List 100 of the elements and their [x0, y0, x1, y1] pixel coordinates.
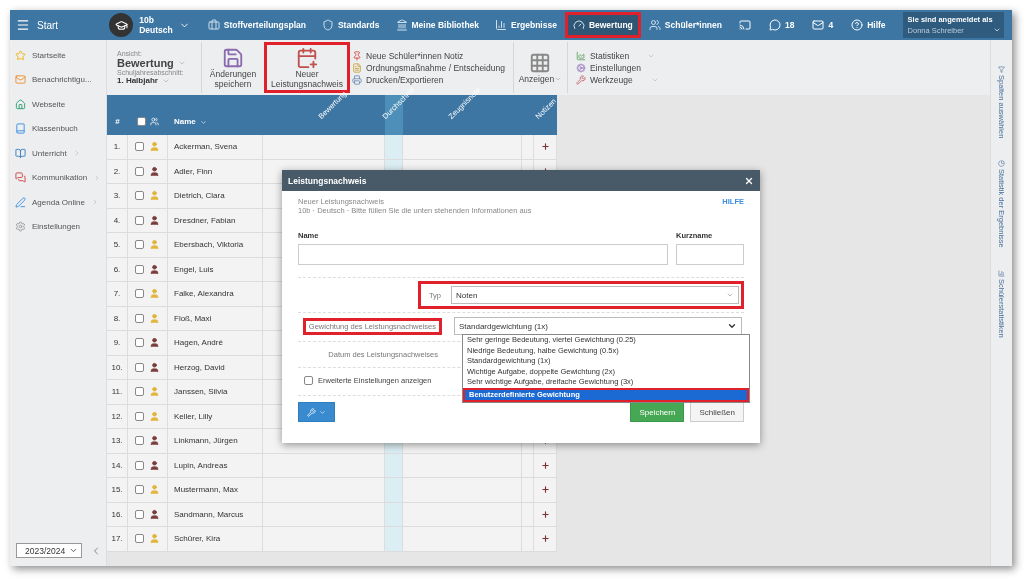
- row-checkbox[interactable]: [135, 338, 144, 348]
- type-select[interactable]: Noten: [451, 286, 739, 304]
- menu-icon: [16, 18, 30, 32]
- counter-button[interactable]: 18: [759, 19, 804, 31]
- nav-tab[interactable]: Bewertung: [564, 12, 641, 38]
- tools-dropdown-button[interactable]: [298, 402, 335, 422]
- student-name: Ebersbach, Viktoria: [174, 240, 244, 250]
- start-button[interactable]: Start: [10, 10, 100, 40]
- pin-icon: [352, 50, 362, 61]
- student-name: Janssen, Silvia: [174, 387, 228, 397]
- counter-button[interactable]: 4: [803, 19, 843, 31]
- briefcase-icon: [207, 19, 220, 31]
- weight-select[interactable]: Standardgewichtung (1x): [454, 317, 742, 335]
- student-name: Adler, Finn: [174, 166, 213, 176]
- caret-icon: [727, 321, 737, 331]
- row-checkbox[interactable]: [135, 191, 144, 201]
- filter-icon: [998, 66, 1005, 73]
- ribbon-action[interactable]: Neue Schüler*innen Notiz: [352, 50, 505, 61]
- save-button[interactable]: Änderungen speichern: [202, 42, 264, 93]
- ribbon-action[interactable]: Statistiken: [575, 50, 659, 61]
- row-checkbox[interactable]: [135, 362, 144, 372]
- row-checkbox[interactable]: [135, 534, 144, 544]
- row-number: 17.: [111, 534, 123, 544]
- ribbon-action[interactable]: Einstellungen: [575, 62, 659, 73]
- close-icon[interactable]: [744, 175, 754, 186]
- row-number: 10.: [111, 362, 123, 372]
- document-icon: [352, 62, 362, 73]
- nav-tab[interactable]: Standards: [313, 12, 388, 38]
- student-name: Keller, Lilly: [174, 411, 213, 421]
- close-button[interactable]: Schließen: [690, 402, 744, 422]
- row-checkbox[interactable]: [135, 289, 144, 299]
- sidebar-item[interactable]: Startseite: [10, 43, 106, 68]
- row-checkbox[interactable]: [135, 166, 144, 176]
- plus-icon[interactable]: [540, 142, 550, 152]
- settings-icon: [15, 221, 26, 233]
- sidebar-item[interactable]: Klassenbuch: [10, 116, 106, 141]
- row-number: 12.: [111, 411, 123, 421]
- plus-icon[interactable]: [540, 460, 550, 470]
- nav-tab[interactable]: Meine Bibliothek: [387, 12, 488, 38]
- student-name: Engel, Luis: [174, 264, 214, 274]
- plus-icon[interactable]: [540, 534, 550, 544]
- row-checkbox[interactable]: [135, 411, 144, 421]
- sidebar-item[interactable]: Unterricht: [10, 141, 106, 166]
- row-number: 14.: [111, 460, 123, 470]
- nav-tab[interactable]: Schüler*innen: [640, 12, 730, 38]
- row-checkbox[interactable]: [135, 436, 144, 446]
- area-chart-icon: [575, 50, 586, 61]
- screen-icon[interactable]: [738, 19, 751, 31]
- display-button[interactable]: Anzeigen: [513, 42, 568, 93]
- sidebar-item[interactable]: Kommunikation: [10, 165, 106, 190]
- ribbon-action[interactable]: Ordnungsmaßnahme / Entscheidung: [352, 62, 505, 73]
- row-checkbox[interactable]: [135, 313, 144, 323]
- row-checkbox[interactable]: [135, 387, 144, 397]
- name-field[interactable]: [298, 244, 668, 265]
- row-number: 6.: [113, 264, 121, 274]
- gender-icon: [150, 117, 159, 126]
- sidebar-item[interactable]: Webseite: [10, 92, 106, 117]
- help-button[interactable]: Hilfe: [842, 19, 895, 31]
- student-name: Linkmann, Jürgen: [174, 436, 238, 446]
- wrench-icon: [575, 74, 586, 85]
- ribbon-action[interactable]: Drucken/Exportieren: [352, 74, 505, 85]
- short-name-field[interactable]: [676, 244, 744, 265]
- sidebar-item[interactable]: Benachrichtigu...: [10, 67, 106, 92]
- school-year-select[interactable]: 2023/2024: [16, 543, 82, 558]
- ribbon-action[interactable]: Werkzeuge: [575, 74, 659, 85]
- column-header[interactable]: Name: [174, 117, 196, 126]
- nav-tab[interactable]: Ergebnisse: [487, 12, 565, 38]
- row-checkbox[interactable]: [135, 485, 144, 495]
- dialog-title: Leistungsnachweis: [288, 175, 367, 186]
- plus-icon[interactable]: [540, 509, 550, 519]
- house-icon: [15, 98, 26, 110]
- row-number: 13.: [111, 436, 123, 446]
- printer-icon: [352, 74, 362, 85]
- student-name: Schürer, Kira: [174, 534, 221, 544]
- row-checkbox[interactable]: [135, 460, 144, 470]
- new-assessment-button[interactable]: Neuer Leistungsnachweis: [267, 45, 347, 90]
- period-select[interactable]: 1. Halbjahr: [117, 76, 191, 85]
- shield-icon: [321, 19, 334, 31]
- row-checkbox[interactable]: [135, 215, 144, 225]
- plus-icon[interactable]: [540, 485, 550, 495]
- star-icon: [15, 49, 26, 61]
- row-checkbox[interactable]: [135, 264, 144, 274]
- bar-chart-icon: [495, 19, 508, 31]
- calendar-icon: [296, 46, 318, 69]
- row-checkbox[interactable]: [135, 142, 144, 152]
- row-checkbox[interactable]: [135, 240, 144, 250]
- student-name: Floß, Maxi: [174, 313, 212, 323]
- advanced-checkbox[interactable]: [304, 376, 313, 385]
- row-checkbox[interactable]: [135, 509, 144, 519]
- nav-tab[interactable]: Stoffverteilungsplan: [199, 12, 314, 38]
- select-all-checkbox[interactable]: [137, 117, 146, 126]
- table-cell: [385, 502, 403, 527]
- people-icon: [648, 19, 661, 31]
- student-name: Sandmann, Marcus: [174, 509, 244, 519]
- course-selector[interactable]: 10b Deutsch: [99, 10, 200, 40]
- sidebar-item[interactable]: Einstellungen: [10, 214, 106, 239]
- view-select[interactable]: Bewertung: [117, 57, 191, 69]
- graduation-cap-icon: [109, 13, 134, 37]
- sidebar-item[interactable]: Agenda Online: [10, 190, 106, 215]
- table-cell: [385, 527, 403, 552]
